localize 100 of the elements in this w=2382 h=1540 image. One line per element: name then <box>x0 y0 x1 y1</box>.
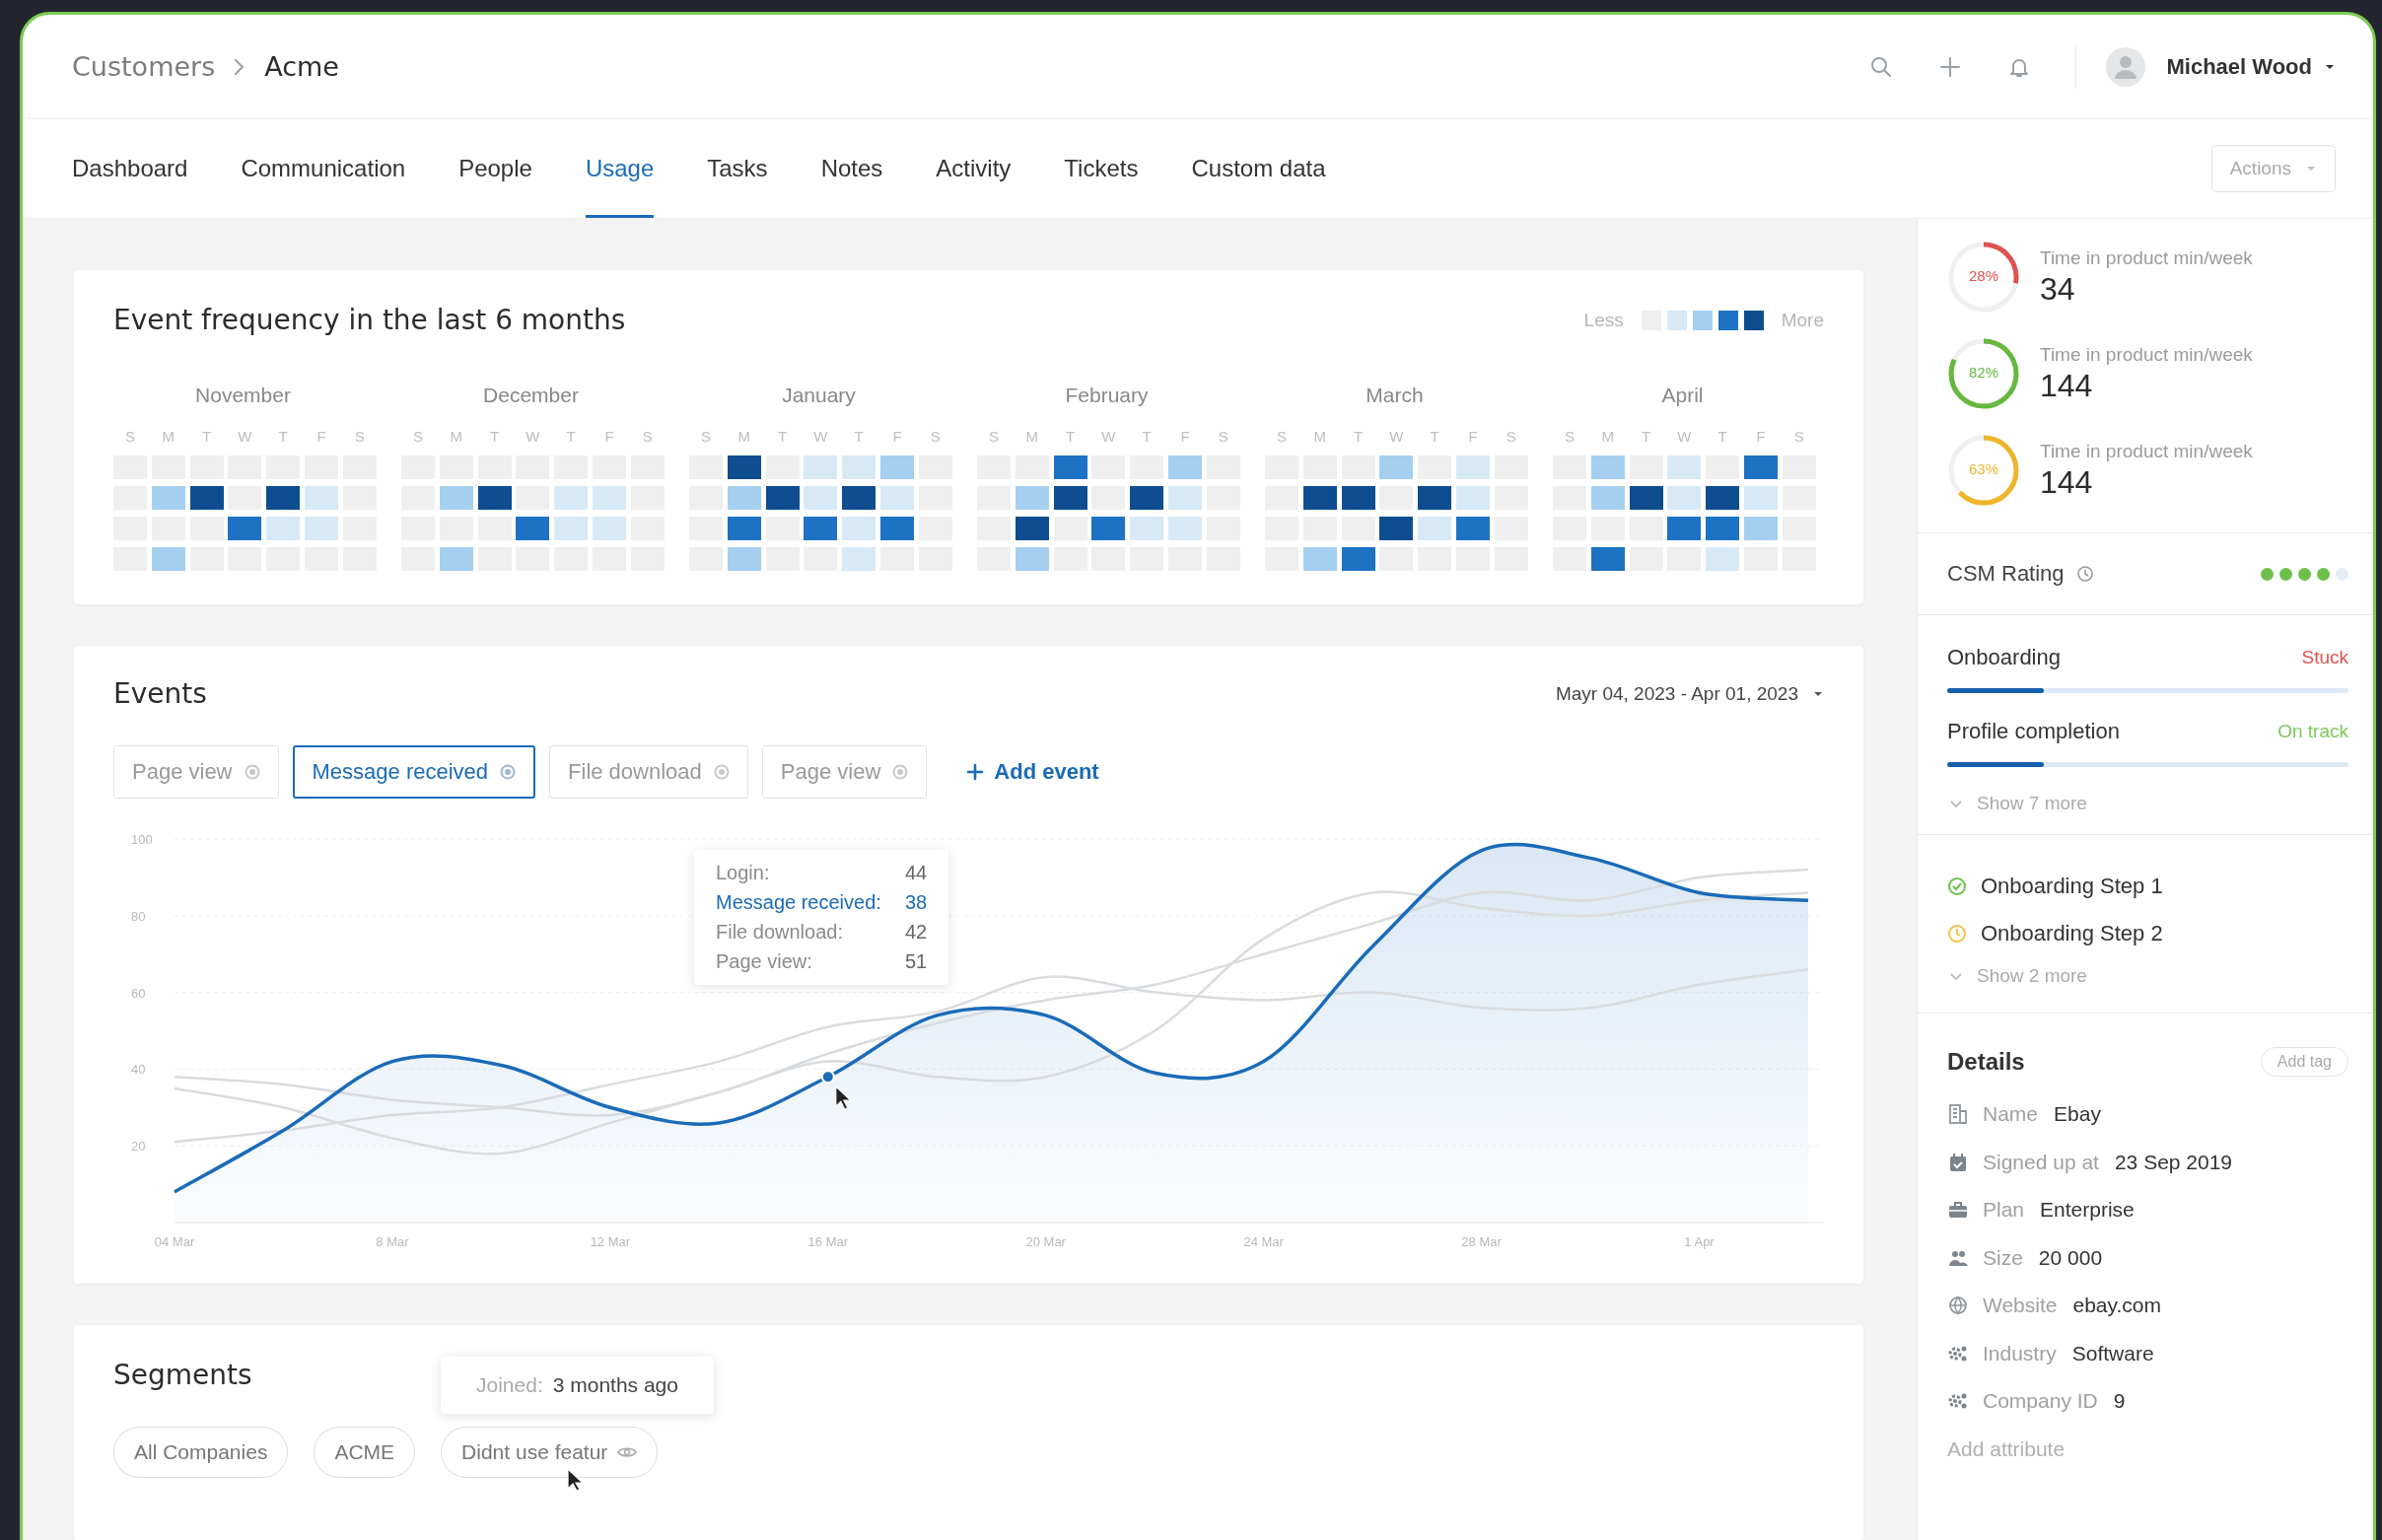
weekday-label: T <box>1141 427 1153 447</box>
section-title: Details <box>1947 1048 2025 1076</box>
percent-label: 82% <box>1968 364 1999 381</box>
progress-label: Profile completion <box>1947 719 2120 744</box>
weekday-label: T <box>1641 427 1652 447</box>
attribute-label: Website <box>1983 1294 2058 1318</box>
metric-label: Time in product min/week <box>2040 246 2253 269</box>
month-label: November <box>194 384 292 407</box>
percent-label: 28% <box>1968 267 1999 284</box>
weekday-label: S <box>353 427 366 447</box>
step-label: Onboarding Step 1 <box>1981 874 2163 899</box>
globe-icon <box>1947 1295 1969 1317</box>
tab[interactable]: Tasks <box>707 119 768 218</box>
cursor-icon <box>835 1085 853 1110</box>
weekday-label: T <box>489 427 501 447</box>
weekday-label: M <box>161 427 176 447</box>
user-menu[interactable]: Michael Wood <box>2166 53 2336 80</box>
chevron-down-icon <box>1949 800 1963 809</box>
rating-dot <box>2279 567 2292 581</box>
weekday-label: T <box>565 427 577 447</box>
tooltip-value: 3 months ago <box>552 1373 678 1397</box>
axis-tick-label: 12 Mar <box>590 1234 631 1249</box>
building-icon <box>1947 1103 1969 1126</box>
rating-label: CSM Rating <box>1947 561 2065 587</box>
attribute-label: Industry <box>1983 1341 2057 1365</box>
weekday-label: M <box>1600 427 1616 447</box>
tab[interactable]: Activity <box>936 119 1012 218</box>
clock-icon <box>2075 565 2094 583</box>
rating-dot <box>2336 567 2348 581</box>
rating-dot <box>2298 567 2311 581</box>
weekday-label: S <box>124 427 136 447</box>
attribute-label: Plan <box>1983 1198 2025 1223</box>
avatar-icon <box>2105 46 2145 87</box>
attribute-label: Signed up at <box>1983 1150 2099 1174</box>
metric-value: 144 <box>2040 463 2094 501</box>
remove-icon[interactable] <box>500 764 517 780</box>
clock-icon <box>1947 924 1967 944</box>
event-filter-chip[interactable]: Message received <box>292 745 536 799</box>
add-event-link[interactable]: Add event <box>966 759 1099 785</box>
weekday-label: F <box>1755 427 1767 447</box>
month-label: January <box>781 384 857 407</box>
axis-tick-label: 100 <box>131 832 153 847</box>
weekday-label: T <box>853 427 865 447</box>
weekday-label: F <box>1467 427 1479 447</box>
weekday-label: W <box>525 427 541 447</box>
legend-swatch <box>1717 310 1738 330</box>
weekday-label: W <box>1388 427 1405 447</box>
weekday-label: S <box>1564 427 1576 447</box>
weekday-label: T <box>1065 427 1077 447</box>
caret-icon <box>2324 62 2336 71</box>
axis-tick-label: 20 <box>131 1139 146 1155</box>
breadcrumb-link[interactable]: Customers <box>72 51 216 82</box>
remove-icon[interactable] <box>892 764 909 780</box>
month-label: December <box>482 384 580 407</box>
metric-value: 34 <box>2040 270 2076 308</box>
card-title: Segments <box>113 1359 252 1391</box>
weekday-label: S <box>1276 427 1288 447</box>
axis-tick-label: 20 Mar <box>1025 1234 1066 1249</box>
tab[interactable]: Custom data <box>1191 119 1326 218</box>
weekday-label: T <box>1716 427 1728 447</box>
tooltip-value: 51 <box>904 950 928 973</box>
date-range-dropdown[interactable]: Mayr 04, 2023 - Apr 01, 2023 <box>1555 682 1824 705</box>
tab[interactable]: Notes <box>820 119 883 218</box>
legend-label: More <box>1781 309 1824 331</box>
attribute-value: 20 000 <box>2038 1245 2103 1270</box>
tab[interactable]: Dashboard <box>72 119 188 218</box>
month-label: March <box>1365 384 1425 407</box>
tooltip-label: File download: <box>716 921 844 944</box>
weekday-label: M <box>1024 427 1040 447</box>
caret-icon <box>2305 165 2317 173</box>
attribute-label: Name <box>1983 1102 2039 1127</box>
remove-icon[interactable] <box>713 764 730 780</box>
weekday-label: W <box>1100 427 1117 447</box>
calendar-icon <box>1947 1151 1969 1173</box>
legend-label: Less <box>1583 309 1624 331</box>
remove-icon[interactable] <box>244 764 260 780</box>
weekday-label: S <box>412 427 424 447</box>
event-filter-chip[interactable]: File download <box>549 745 748 799</box>
weekday-label: W <box>237 427 253 447</box>
tab[interactable]: Communication <box>241 119 406 218</box>
event-filter-chip[interactable]: Page view <box>113 745 279 799</box>
axis-tick-label: 60 <box>131 985 146 1001</box>
plus-icon <box>966 763 985 781</box>
tooltip-label: Page view: <box>716 950 813 973</box>
weekday-label: F <box>315 427 327 447</box>
event-filter-chip[interactable]: Page view <box>761 745 928 799</box>
tab[interactable]: Tickets <box>1064 119 1139 218</box>
weekday-label: M <box>449 427 464 447</box>
axis-tick-label: 28 Mar <box>1461 1234 1502 1249</box>
weekday-label: W <box>812 427 829 447</box>
attribute-value: 23 Sep 2019 <box>2114 1150 2233 1174</box>
attribute-label: Size <box>1983 1245 2023 1270</box>
weekday-label: S <box>641 427 654 447</box>
tab[interactable]: People <box>458 119 532 218</box>
caret-icon <box>1812 689 1824 698</box>
tooltip-label: Message received: <box>716 891 881 914</box>
metric-label: Time in product min/week <box>2040 440 2253 462</box>
month-label: April <box>1660 384 1705 407</box>
weekday-label: F <box>891 427 903 447</box>
axis-tick-label: 24 Mar <box>1243 1234 1284 1249</box>
